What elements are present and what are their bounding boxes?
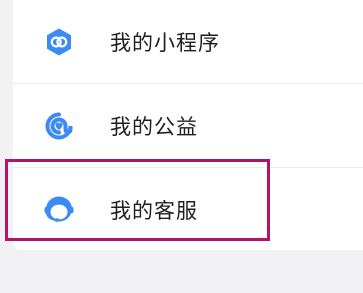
menu-item-label: 我的小程序 xyxy=(110,30,220,55)
mini-program-icon xyxy=(44,27,74,57)
customer-service-icon xyxy=(44,195,74,225)
menu-item-charity[interactable]: 我的公益 xyxy=(13,84,363,167)
charity-icon xyxy=(44,111,74,141)
menu-item-mini-programs[interactable]: 我的小程序 xyxy=(13,0,363,83)
menu-item-label: 我的公益 xyxy=(110,114,198,139)
menu-card: 我的小程序 我的公益 我的客服 xyxy=(13,0,363,250)
menu-item-label: 我的客服 xyxy=(110,198,198,223)
menu-item-customer-service[interactable]: 我的客服 xyxy=(13,168,363,251)
